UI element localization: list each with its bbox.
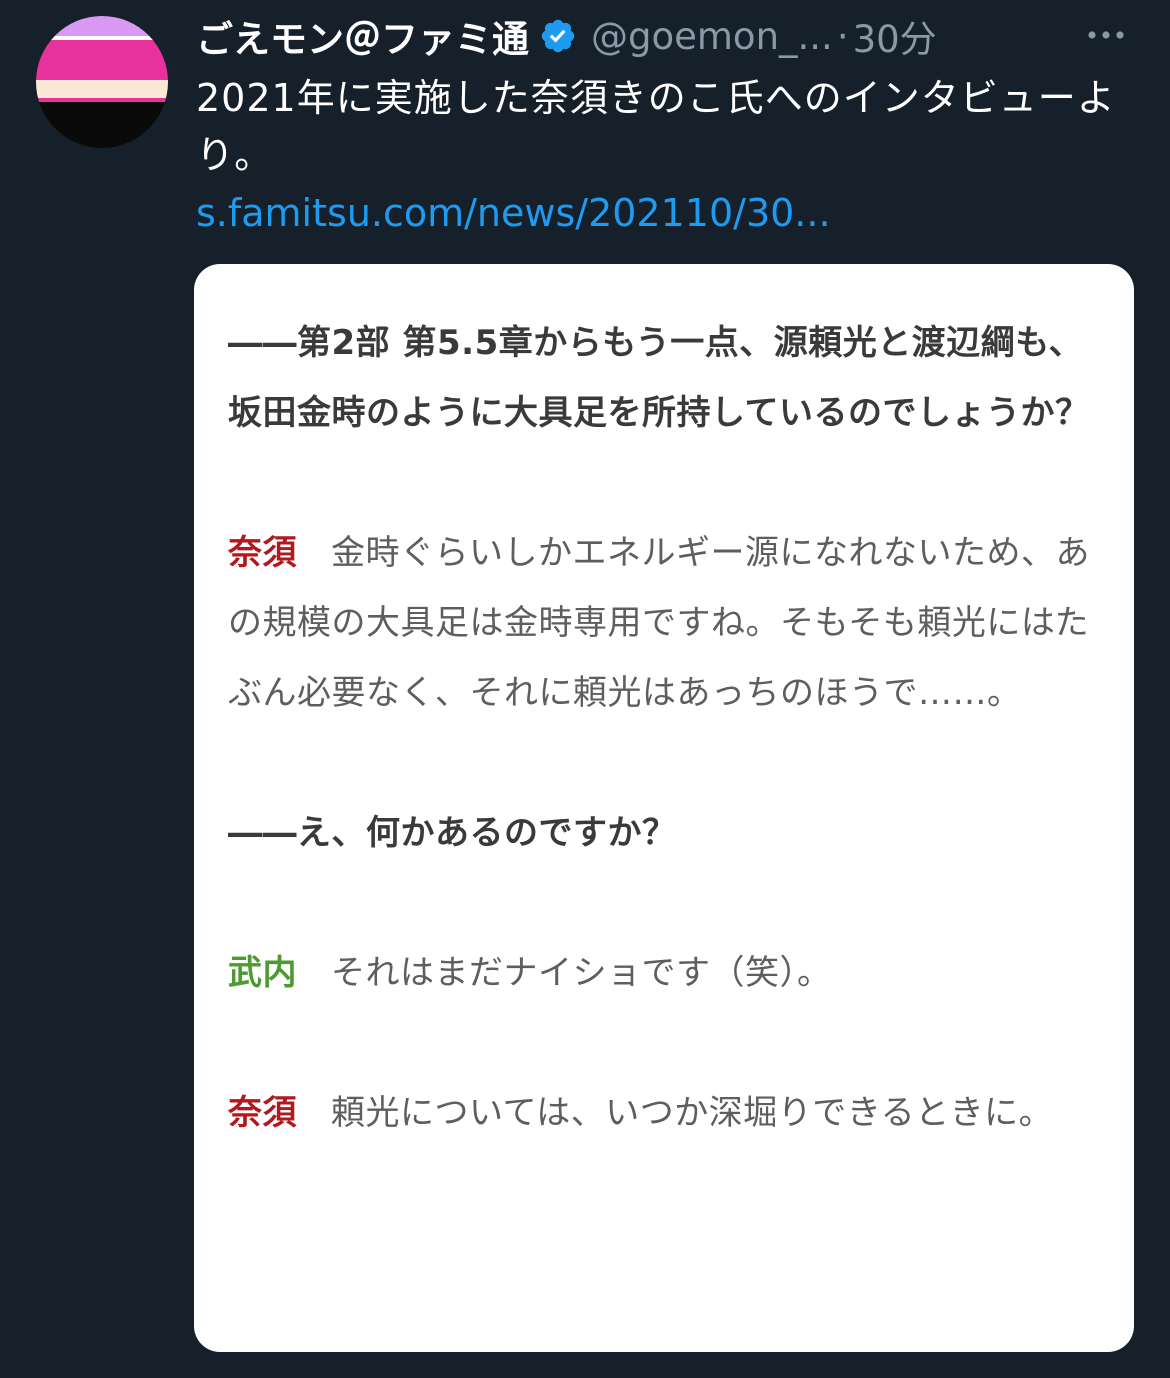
speaker-label: 奈須 [228,533,297,573]
answer-text: それはまだナイショです（笑）。 [331,953,832,993]
display-name[interactable]: ごえモン＠ファミ通 [196,9,529,63]
separator-dot: · [836,14,849,58]
interview-answer: 奈須 金時ぐらいしかエネルギー源になれないため、あの規模の大具足は金時専用ですね。… [228,518,1098,728]
avatar-stripe [36,16,168,36]
avatar-stripe [36,80,168,98]
timestamp[interactable]: 30分 [853,9,937,63]
avatar[interactable] [36,16,168,148]
interview-question: ――第2部 第5.5章からもう一点、源頼光と渡辺綱も、坂田金時のように大具足を所… [228,323,1090,433]
interview-question: ――え、何かあるのですか？ [228,813,677,853]
answer-text: 頼光については、いつか深堀りできるときに。 [331,1093,1054,1133]
avatar-stripe [36,102,168,148]
tweet-link[interactable]: s.famitsu.com/news/202110/30... [196,188,831,238]
speaker-label: 武内 [228,953,297,993]
user-handle[interactable]: @goemon_... [591,15,833,58]
interview-answer: 武内 それはまだナイショです（笑）。 [228,938,1098,1008]
verified-badge-icon [539,17,577,55]
tweet[interactable]: ごえモン＠ファミ通 @goemon_... · 30分 2021年に実施した奈須… [0,0,1170,1378]
answer-text: 金時ぐらいしかエネルギー源になれないため、あの規模の大具足は金時専用ですね。そも… [228,533,1090,713]
attached-image-card[interactable]: ――第2部 第5.5章からもう一点、源頼光と渡辺綱も、坂田金時のように大具足を所… [194,264,1134,1352]
more-options-icon[interactable] [1084,22,1128,48]
speaker-label: 奈須 [228,1093,297,1133]
avatar-stripe [36,40,168,80]
tweet-header: ごえモン＠ファミ通 @goemon_... · 30分 [196,10,937,62]
tweet-text: 2021年に実施した奈須きのこ氏へのインタビューより。 [196,76,1116,177]
interview-answer: 奈須 頼光については、いつか深堀りできるときに。 [228,1078,1098,1148]
